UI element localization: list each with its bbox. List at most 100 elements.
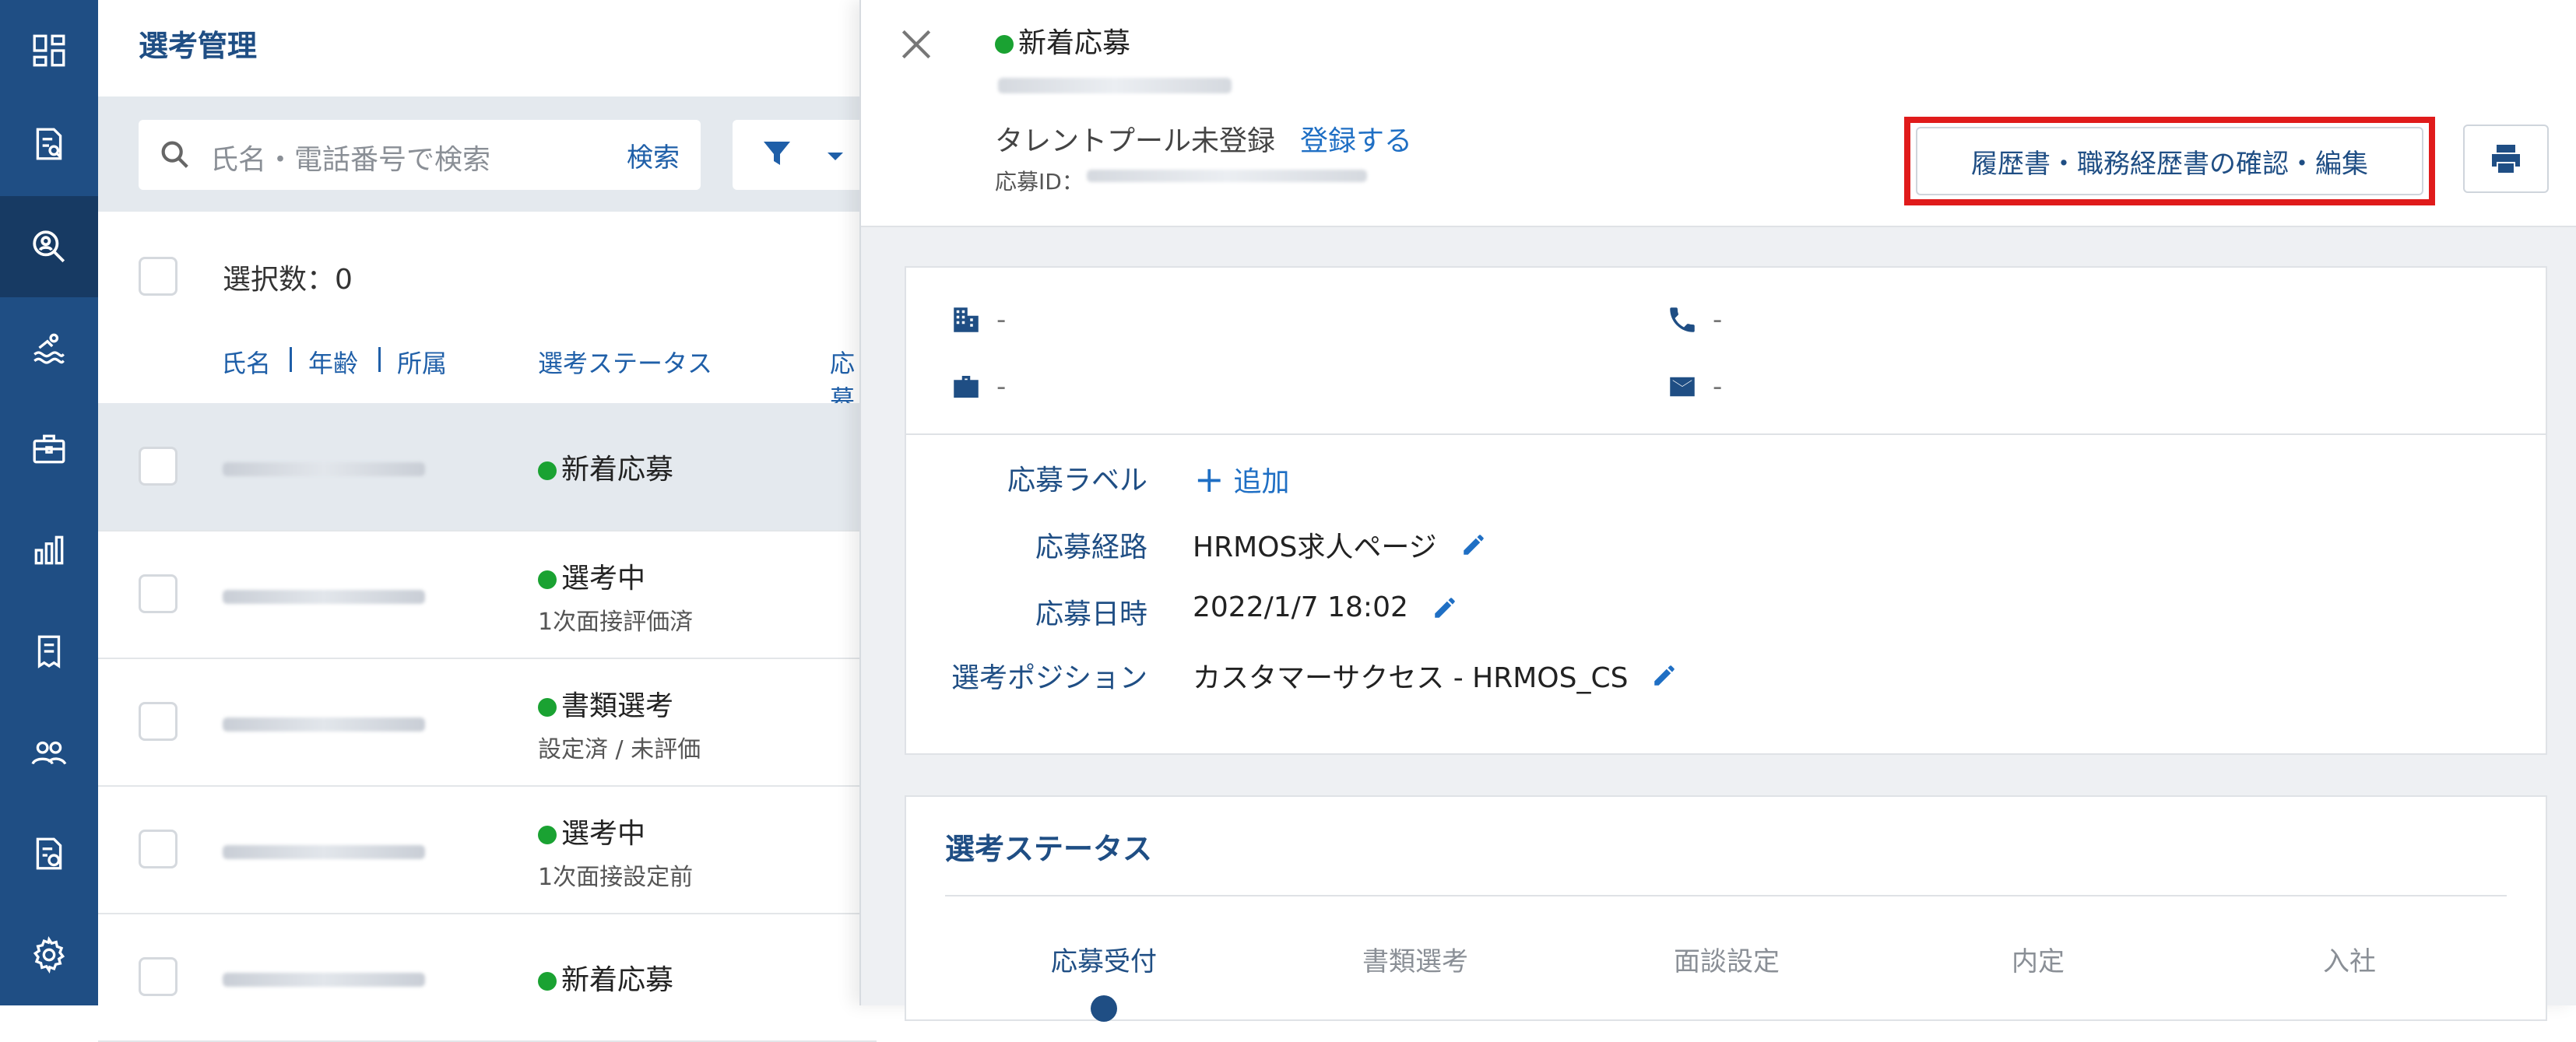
search-icon xyxy=(161,141,188,168)
briefcase-icon xyxy=(954,376,979,398)
briefcase-icon xyxy=(33,434,65,464)
row-status: 新着応募 xyxy=(538,957,673,998)
document-settings-icon xyxy=(36,837,62,870)
row-checkbox[interactable] xyxy=(139,830,177,868)
search-box: 氏名・電話番号で検索 検索 xyxy=(139,120,701,190)
row-status: 書類選考 xyxy=(538,683,673,724)
status-dot-icon xyxy=(538,570,557,589)
app-frame: 選考管理 氏名・電話番号で検索 検索 選択数：0 氏名 年齢 所属 選考ステータ… xyxy=(0,0,2576,1042)
step-offer[interactable]: 内定 xyxy=(1921,940,2155,978)
job-row: - xyxy=(950,370,1006,403)
sidebar-item-analytics[interactable] xyxy=(0,500,98,601)
step-document-screening[interactable]: 書類選考 xyxy=(1299,940,1532,978)
step-interview-setup[interactable]: 面談設定 xyxy=(1610,940,1843,978)
sidebar-item-talent-pool[interactable] xyxy=(0,297,98,398)
table-row[interactable]: 新着応募 xyxy=(98,914,877,1042)
step-application-received[interactable]: 応募受付 xyxy=(987,940,1221,978)
sidebar-item-candidates[interactable] xyxy=(0,196,98,297)
status-dot-icon xyxy=(538,826,557,844)
select-count: 選択数：0 xyxy=(223,264,353,296)
column-header-status[interactable]: 選考ステータス xyxy=(538,344,712,380)
column-header-affiliation[interactable]: 所属 xyxy=(397,344,447,380)
date-label: 応募日時 xyxy=(1035,598,1147,630)
filter-button[interactable] xyxy=(733,120,877,190)
dashboard-icon xyxy=(33,34,65,67)
plus-icon: + xyxy=(1194,458,1225,500)
people-icon xyxy=(31,741,67,765)
candidate-name-redacted xyxy=(223,845,425,859)
row-checkbox[interactable] xyxy=(139,702,177,741)
position-value: カスタマーサクセス - HRMOS_CS xyxy=(1193,655,1678,696)
search-input[interactable]: 氏名・電話番号で検索 xyxy=(210,137,490,177)
close-icon[interactable] xyxy=(897,25,936,64)
resume-highlight-frame: 履歴書・職務経歴書の確認・編集 xyxy=(1904,117,2435,205)
application-id-redacted xyxy=(1087,170,1367,182)
company-row: - xyxy=(950,303,1006,336)
status-dot-icon xyxy=(538,972,557,991)
status-dot-icon xyxy=(995,35,1014,54)
divider xyxy=(906,433,2546,435)
route-label: 応募経路 xyxy=(1035,532,1147,563)
column-separator xyxy=(290,347,292,372)
sidebar-item-jobs[interactable] xyxy=(0,398,98,500)
candidate-search-icon xyxy=(33,230,65,263)
register-talent-pool-link[interactable]: 登録する xyxy=(1300,118,1412,159)
sidebar xyxy=(0,0,98,1005)
column-header-age[interactable]: 年齢 xyxy=(308,344,358,380)
row-checkbox[interactable] xyxy=(139,957,177,996)
select-all-checkbox[interactable] xyxy=(139,257,177,296)
add-label-link[interactable]: + 追加 xyxy=(1194,459,1290,500)
column-separator xyxy=(378,347,381,372)
row-checkbox[interactable] xyxy=(139,574,177,613)
row-status-detail: 設定済 / 未評価 xyxy=(538,736,701,763)
page-title: 選考管理 xyxy=(139,29,258,63)
mail-icon xyxy=(1670,377,1695,397)
sidebar-item-documents[interactable] xyxy=(0,93,98,195)
print-button[interactable] xyxy=(2463,125,2549,193)
selection-status-card: 選考ステータス 応募受付 書類選考 面談設定 内定 入社 xyxy=(905,795,2547,1022)
status-dot-icon xyxy=(538,698,557,717)
sidebar-item-dashboard[interactable] xyxy=(0,0,98,101)
sidebar-item-reports[interactable] xyxy=(0,601,98,702)
column-header-name[interactable]: 氏名 xyxy=(221,344,271,380)
pencil-icon[interactable] xyxy=(1651,662,1678,689)
sidebar-item-templates[interactable] xyxy=(0,803,98,904)
filter-icon xyxy=(764,142,843,165)
row-status: 新着応募 xyxy=(538,447,673,487)
candidate-detail-panel: 新着応募 タレントプール未登録 登録する 応募ID： 履歴書・職務経歴書の確認・… xyxy=(859,0,2576,1022)
resume-edit-button[interactable]: 履歴書・職務経歴書の確認・編集 xyxy=(1916,127,2423,195)
date-value: 2022/1/7 18:02 xyxy=(1193,591,1458,623)
table-row[interactable]: 書類選考 設定済 / 未評価 xyxy=(98,658,877,787)
row-status: 選考中 xyxy=(538,556,645,596)
selection-status-title: 選考ステータス xyxy=(945,832,1153,866)
row-status: 選考中 xyxy=(538,811,645,851)
pencil-icon[interactable] xyxy=(1432,595,1458,621)
detail-header: 新着応募 タレントプール未登録 登録する 応募ID： 履歴書・職務経歴書の確認・… xyxy=(861,0,2576,227)
application-id-label: 応募ID： xyxy=(995,169,1084,195)
step-joined[interactable]: 入社 xyxy=(2233,940,2466,978)
talent-pool-status: タレントプール未登録 xyxy=(995,125,1276,157)
status-dot-icon xyxy=(538,461,557,480)
pencil-icon[interactable] xyxy=(1460,532,1487,558)
search-button[interactable]: 検索 xyxy=(606,120,701,190)
swimmer-icon xyxy=(33,333,65,364)
document-search-icon xyxy=(36,128,62,160)
sidebar-item-settings[interactable] xyxy=(0,904,98,1005)
detail-status: 新着応募 xyxy=(995,20,1130,61)
table-row[interactable]: 選考中 1次面接設定前 xyxy=(98,786,877,914)
bar-chart-icon xyxy=(34,535,64,565)
row-status-detail: 1次面接評価済 xyxy=(538,609,694,636)
candidate-name-redacted xyxy=(223,590,425,604)
report-icon xyxy=(37,635,61,668)
row-status-detail: 1次面接設定前 xyxy=(538,864,694,891)
search-bar: 氏名・電話番号で検索 検索 xyxy=(98,96,877,212)
table-row[interactable]: 選考中 1次面接評価済 xyxy=(98,531,877,659)
printer-icon xyxy=(2492,145,2520,173)
phone-icon xyxy=(1670,307,1695,332)
application-label-label: 応募ラベル xyxy=(1007,465,1147,496)
candidate-list-pane: 選考管理 氏名・電話番号で検索 検索 選択数：0 氏名 年齢 所属 選考ステータ… xyxy=(98,0,877,1042)
sidebar-item-members[interactable] xyxy=(0,702,98,803)
row-checkbox[interactable] xyxy=(139,447,177,486)
candidate-name-redacted xyxy=(998,78,1232,93)
table-row[interactable]: 新着応募 xyxy=(98,403,877,532)
